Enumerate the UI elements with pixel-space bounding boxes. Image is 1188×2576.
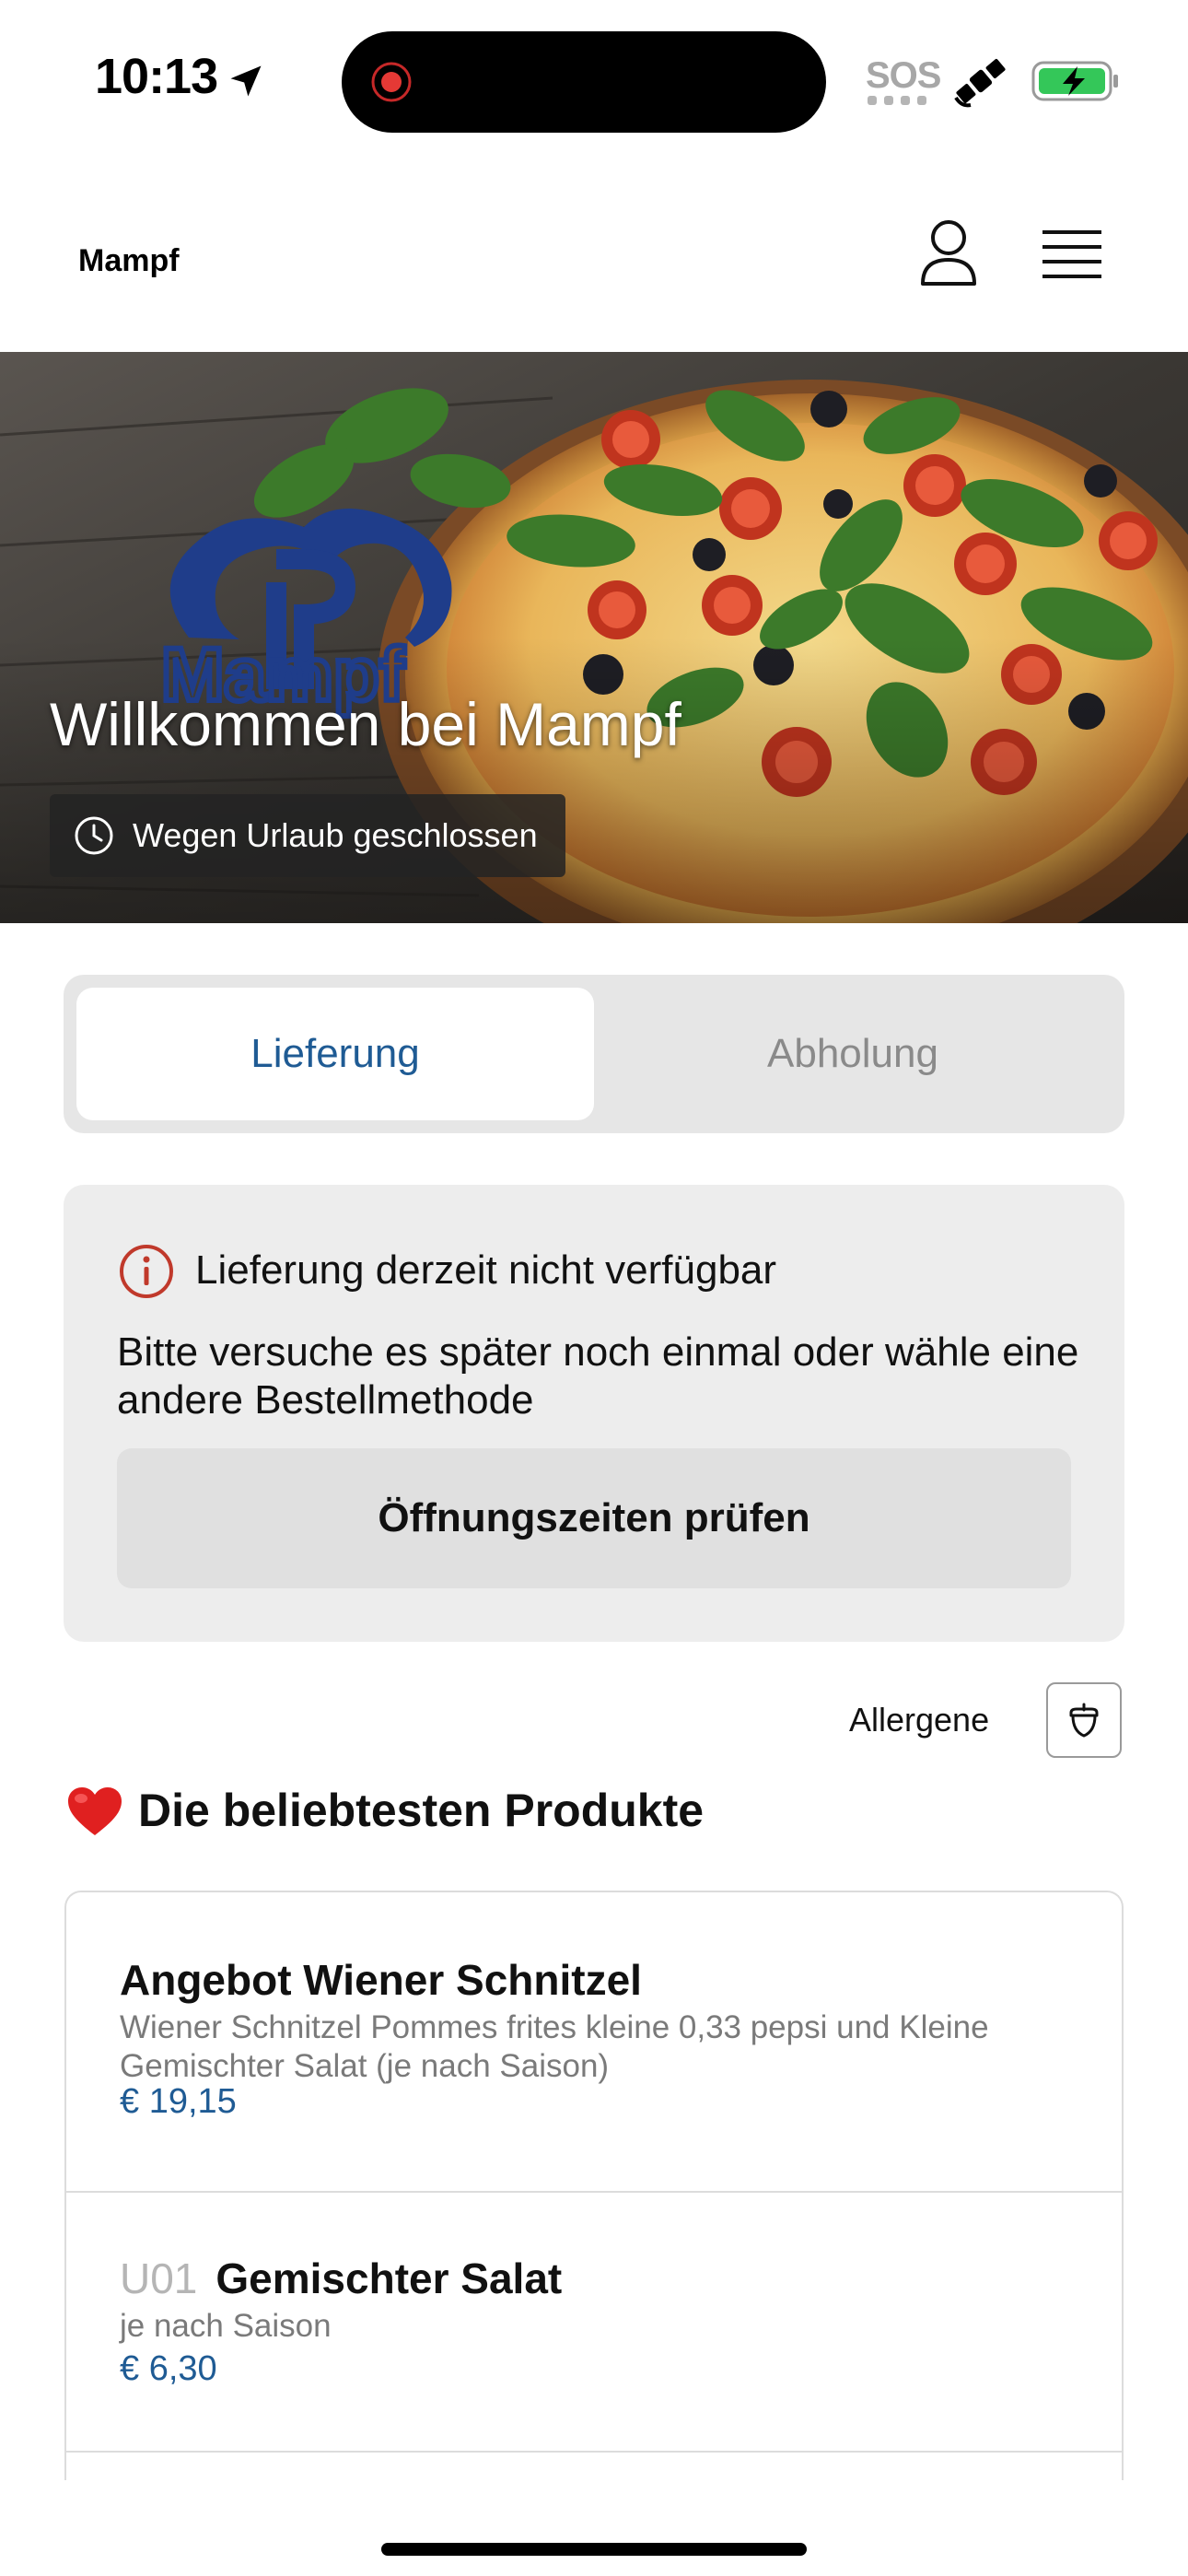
- recording-dot-icon: [371, 62, 412, 102]
- check-opening-hours-button[interactable]: Öffnungszeiten prüfen: [117, 1448, 1071, 1588]
- product-item[interactable]: Angebot Wiener Schnitzel Wiener Schnitze…: [66, 1892, 1122, 2193]
- product-description: Wiener Schnitzel Pommes frites kleine 0,…: [120, 2009, 989, 2084]
- section-title: Die beliebtesten Produkte: [138, 1785, 705, 1836]
- battery-charging-icon: [1031, 61, 1118, 101]
- signal-dots-icon: [868, 96, 926, 105]
- heart-icon: [68, 1787, 122, 1835]
- brand-name[interactable]: Mampf: [78, 243, 180, 279]
- status-bar: 10:13 SOS: [0, 0, 1188, 157]
- clock-icon: [75, 816, 113, 855]
- product-price: € 19,15: [120, 2082, 237, 2121]
- product-description: je nach Saison: [120, 2308, 332, 2344]
- product-code: U01: [120, 2254, 198, 2302]
- hero-title: Willkommen bei Mampf: [50, 690, 681, 758]
- info-icon: [120, 1245, 173, 1298]
- sos-indicator: SOS: [866, 55, 941, 96]
- product-item[interactable]: U01 Gemischter Salat je nach Saison € 6,3…: [66, 2193, 1122, 2453]
- product-price: € 6,30: [120, 2349, 217, 2388]
- acorn-icon: [1069, 1703, 1099, 1738]
- order-method-switch: Lieferung Abholung: [64, 975, 1124, 1133]
- app-header: Mampf: [0, 157, 1188, 352]
- tab-abholung[interactable]: Abholung: [594, 988, 1112, 1120]
- notice-text: Bitte versuche es später noch einmal ode…: [117, 1329, 1079, 1423]
- product-list: Angebot Wiener Schnitzel Wiener Schnitze…: [64, 1891, 1124, 2480]
- allergens-label: Allergene: [849, 1701, 990, 1739]
- product-name: Angebot Wiener Schnitzel: [120, 1956, 642, 2004]
- tab-lieferung[interactable]: Lieferung: [76, 988, 594, 1120]
- status-time: 10:13: [95, 49, 218, 104]
- product-name: Gemischter Salat: [215, 2254, 563, 2302]
- status-badge: Wegen Urlaub geschlossen: [50, 794, 565, 877]
- hero-banner: Mampf Willkommen bei Mampf Wegen Urlaub …: [0, 352, 1188, 923]
- notice-title: Lieferung derzeit nicht verfügbar: [195, 1247, 777, 1293]
- allergens-button[interactable]: [1046, 1682, 1122, 1758]
- location-arrow-icon: [230, 65, 262, 97]
- delivery-unavailable-notice: Lieferung derzeit nicht verfügbar Bitte …: [64, 1185, 1124, 1642]
- product-title: U01 Gemischter Salat: [120, 2254, 562, 2303]
- menu-icon[interactable]: [1041, 228, 1103, 280]
- satellite-icon: [954, 59, 1006, 108]
- home-indicator[interactable]: [381, 2543, 807, 2556]
- user-icon[interactable]: [917, 217, 980, 287]
- status-badge-label: Wegen Urlaub geschlossen: [133, 816, 538, 854]
